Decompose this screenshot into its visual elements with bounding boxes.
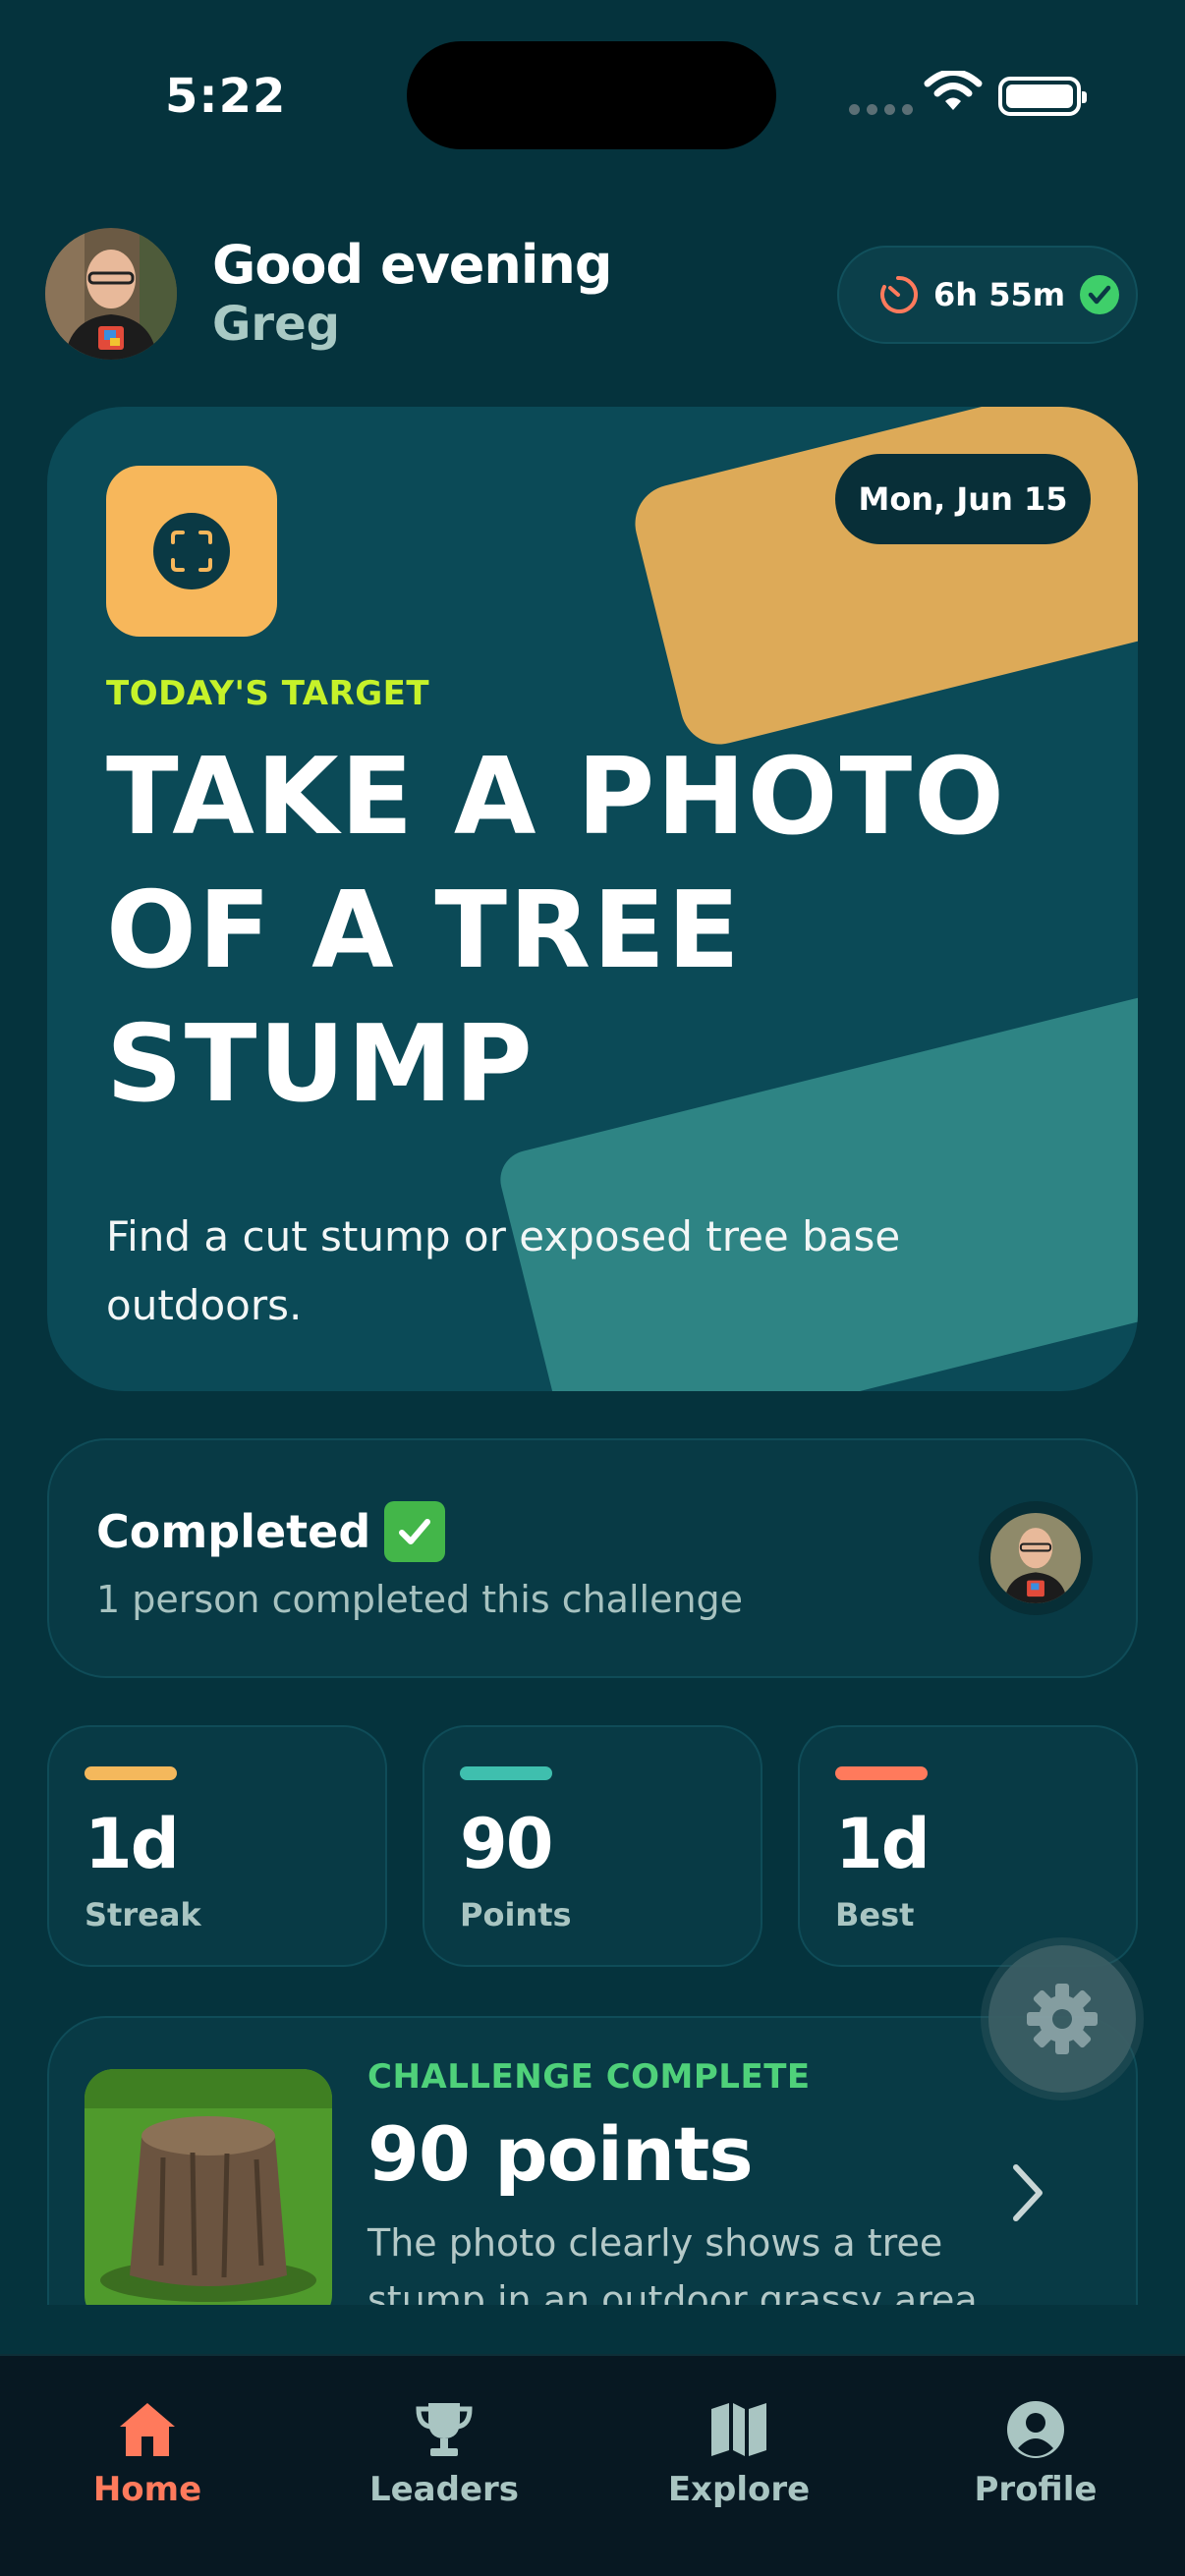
stat-card-points: 90 Points [423,1725,762,1967]
tab-label: Home [92,2470,202,2509]
completed-card[interactable]: Completed 1 person completed this challe… [47,1438,1138,1678]
username-text: Greg [212,297,340,352]
battery-icon [998,77,1087,116]
date-pill: Mon, Jun 15 [835,454,1091,544]
scroll-edge [0,2305,1185,2354]
tab-explore[interactable]: Explore [631,2399,847,2509]
camera-scan-button[interactable] [106,466,277,637]
timer-text: 6h 55m [933,276,1066,313]
scan-frame-icon [171,531,212,572]
stat-label: Best [835,1896,915,1933]
target-title: TAKE A PHOTO OF A TREE STUMP [106,736,1006,1126]
stat-accent-bar [835,1766,928,1780]
tab-home[interactable]: Home [39,2399,255,2509]
status-time: 5:22 [165,69,287,124]
result-label: CHALLENGE COMPLETE [367,2057,811,2097]
completed-title: Completed [96,1501,446,1562]
profile-icon [1007,2401,1064,2458]
check-circle-icon [1080,275,1120,314]
home-icon [120,2403,175,2456]
stat-label: Streak [85,1896,201,1933]
stat-value: 1d [835,1804,931,1884]
check-box-icon [384,1501,446,1562]
submitted-photo[interactable] [85,2069,332,2324]
gear-icon [1027,1984,1098,2054]
dynamic-island [407,41,776,149]
timer-icon [880,275,918,313]
completer-avatar[interactable] [979,1501,1093,1615]
stat-card-best: 1d Best [798,1725,1138,1967]
wifi-icon [924,71,983,110]
target-description: Find a cut stump or exposed tree base ou… [106,1212,901,1329]
stat-accent-bar [85,1766,177,1780]
time-remaining-pill[interactable]: 6h 55m [837,246,1138,344]
todays-target-card[interactable]: Mon, Jun 15 TODAY'S TARGET TAKE A PHOTO … [47,407,1138,1391]
user-avatar[interactable] [45,228,177,360]
settings-button[interactable] [988,1945,1136,2093]
tab-label: Explore [667,2470,811,2509]
tab-label: Profile [974,2470,1098,2509]
map-icon [711,2403,766,2456]
stat-value: 1d [85,1804,180,1884]
result-points: 90 points [367,2110,754,2198]
cellular-signal-icon [849,104,913,115]
stat-card-streak: 1d Streak [47,1725,387,1967]
target-label: TODAY'S TARGET [106,674,430,713]
chevron-right-icon[interactable] [1008,2161,1047,2224]
completed-title-text: Completed [96,1505,371,1558]
stat-value: 90 [460,1804,553,1884]
tab-profile[interactable]: Profile [928,2399,1144,2509]
stat-accent-bar [460,1766,552,1780]
trophy-icon [416,2403,473,2456]
tab-bar: Home Leaders Explore Profile [0,2354,1185,2576]
stat-label: Points [460,1896,572,1933]
completed-subtitle: 1 person completed this challenge [96,1578,744,1621]
greeting-text: Good evening [212,234,612,296]
tab-leaders[interactable]: Leaders [336,2399,552,2509]
tab-label: Leaders [368,2470,520,2509]
